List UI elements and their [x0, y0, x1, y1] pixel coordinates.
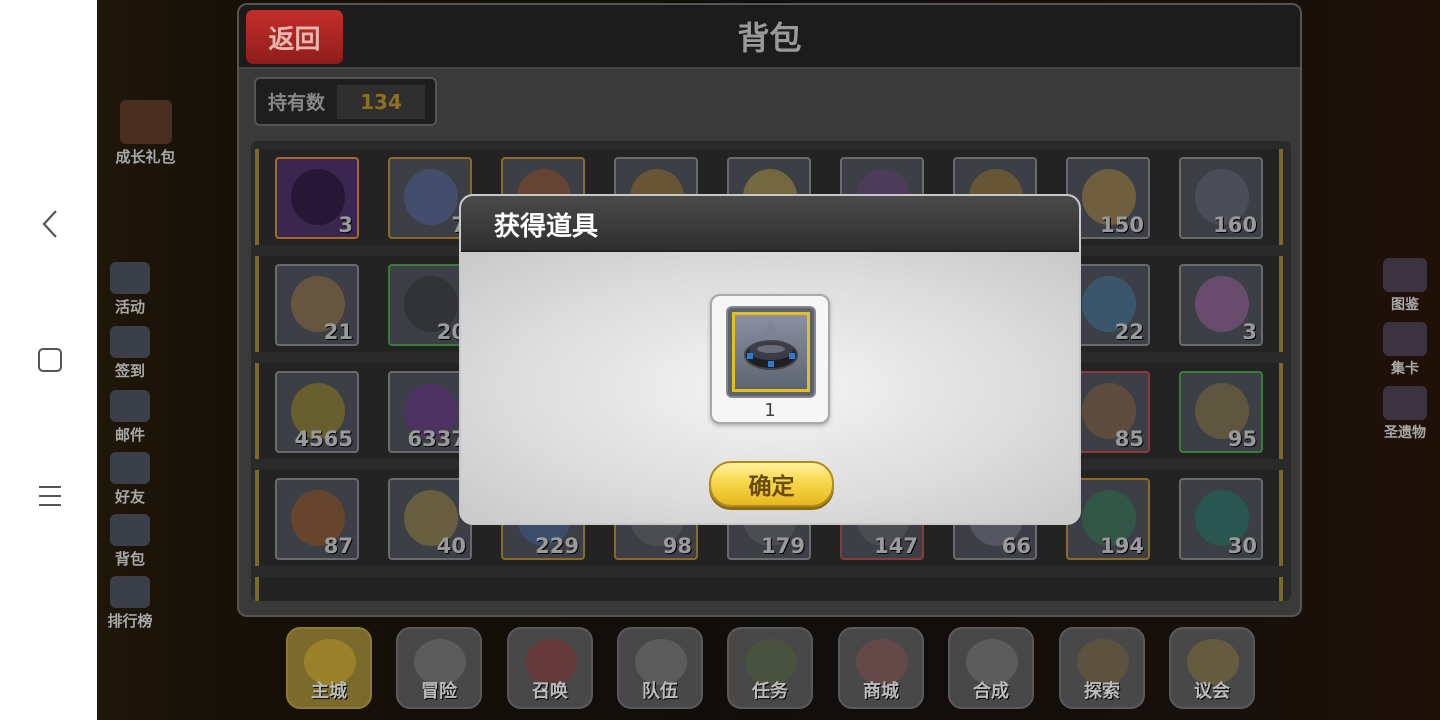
menu-card-collect-label: 集卡 — [1391, 361, 1419, 377]
menu-card-collect[interactable]: 集卡 — [1370, 322, 1440, 378]
tab-label: 队伍 — [642, 681, 678, 702]
tab-shop[interactable]: 商城 — [838, 627, 924, 709]
dialog-title: 获得道具 — [494, 212, 599, 242]
back-nav-button[interactable] — [28, 202, 72, 246]
reward-item-frame — [726, 306, 816, 398]
item-count: 95 — [1227, 427, 1257, 451]
game-screen: 成长礼包 活动 签到 邮件 好友 背包 排行榜 图鉴 集卡 圣遗物 返回 背包 … — [0, 0, 1440, 720]
home-nav-button[interactable] — [28, 338, 72, 382]
reward-item-slot — [732, 312, 810, 392]
menu-leaderboard-label: 排行榜 — [107, 612, 153, 630]
card-collect-icon — [1383, 322, 1427, 356]
menu-friends-label: 好友 — [114, 488, 145, 506]
item-slot[interactable]: 160 — [1179, 157, 1263, 239]
item-slot[interactable]: 3 — [1179, 264, 1263, 346]
menu-relic[interactable]: 圣遗物 — [1370, 386, 1440, 442]
tab-summon[interactable]: 召唤 — [507, 627, 593, 709]
item-count-label: 持有数 — [268, 92, 326, 114]
growth-pack-button[interactable]: 成长礼包 — [108, 100, 183, 167]
relic-icon — [1383, 386, 1427, 420]
leaderboard-icon — [110, 576, 150, 608]
item-count: 150 — [1100, 213, 1144, 237]
confirm-button[interactable]: 确定 — [709, 461, 834, 507]
menu-backpack-label: 背包 — [114, 550, 145, 568]
item-count: 21 — [323, 320, 353, 344]
item-count-value: 134 — [337, 84, 426, 119]
square-icon — [38, 348, 62, 372]
item-slot[interactable]: 87 — [275, 478, 359, 560]
menu-friends[interactable]: 好友 — [103, 452, 157, 507]
tab-label: 探索 — [1084, 681, 1120, 702]
menu-activity-label: 活动 — [114, 298, 145, 316]
menu-backpack[interactable]: 背包 — [103, 514, 157, 569]
item-count: 6337 — [407, 427, 466, 451]
menu-relic-label: 圣遗物 — [1384, 425, 1426, 441]
item-slot[interactable]: 3 — [275, 157, 359, 239]
item-count: 147 — [874, 534, 918, 558]
dialog-header: 获得道具 — [461, 196, 1079, 252]
tab-label: 商城 — [863, 681, 899, 702]
tab-team[interactable]: 队伍 — [617, 627, 703, 709]
item-count: 194 — [1100, 534, 1144, 558]
backpack-icon — [110, 514, 150, 546]
growth-pack-icon — [119, 100, 172, 144]
item-count: 30 — [1227, 534, 1257, 558]
tab-council[interactable]: 议会 — [1169, 627, 1255, 709]
page-title: 背包 — [737, 19, 802, 57]
menu-mail-label: 邮件 — [114, 426, 145, 444]
item-count-box: 持有数 134 — [254, 77, 437, 126]
item-count: 3 — [1242, 320, 1257, 344]
bracelet-icon — [744, 321, 798, 370]
menu-checkin[interactable]: 签到 — [103, 326, 157, 381]
tab-label: 冒险 — [421, 681, 457, 702]
tab-label: 合成 — [973, 681, 1009, 702]
item-count: 4565 — [294, 427, 353, 451]
tab-craft[interactable]: 合成 — [948, 627, 1034, 709]
mail-icon — [110, 390, 150, 422]
recents-nav-button[interactable] — [28, 474, 72, 518]
menu-checkin-label: 签到 — [114, 362, 145, 380]
menu-mail[interactable]: 邮件 — [103, 390, 157, 445]
friends-icon — [110, 452, 150, 484]
item-slot[interactable]: 95 — [1179, 371, 1263, 453]
item-count: 229 — [535, 534, 579, 558]
tab-label: 任务 — [752, 681, 788, 702]
growth-pack-label: 成长礼包 — [115, 148, 176, 166]
item-slot[interactable]: 4565 — [275, 371, 359, 453]
activity-icon — [110, 262, 150, 294]
tab-label: 主城 — [311, 681, 347, 702]
item-count: 98 — [662, 534, 692, 558]
bag-header: 返回 背包 — [239, 5, 1300, 69]
menu-encyclopedia[interactable]: 图鉴 — [1370, 258, 1440, 314]
item-count: 66 — [1001, 534, 1031, 558]
item-count: 3 — [338, 213, 353, 237]
item-row — [255, 577, 1283, 601]
checkin-icon — [110, 326, 150, 358]
item-count: 179 — [761, 534, 805, 558]
tab-adventure[interactable]: 冒险 — [396, 627, 482, 709]
tab-label: 召唤 — [532, 681, 568, 702]
item-count: 40 — [436, 534, 466, 558]
tab-label: 议会 — [1194, 681, 1230, 702]
hamburger-icon — [39, 486, 61, 506]
item-count: 85 — [1114, 427, 1144, 451]
tab-quest[interactable]: 任务 — [727, 627, 813, 709]
item-slot[interactable]: 30 — [1179, 478, 1263, 560]
tab-main-city[interactable]: 主城 — [286, 627, 372, 709]
item-count: 22 — [1114, 320, 1144, 344]
item-slot[interactable]: 21 — [275, 264, 359, 346]
android-nav-bar — [0, 0, 97, 720]
reward-item-card[interactable]: 1 — [710, 294, 830, 424]
reward-item-quantity: 1 — [764, 400, 776, 421]
item-count: 87 — [323, 534, 353, 558]
reward-dialog: 获得道具 1 确定 — [459, 194, 1081, 525]
menu-leaderboard[interactable]: 排行榜 — [103, 576, 157, 631]
chevron-left-icon — [42, 210, 57, 238]
tab-explore[interactable]: 探索 — [1059, 627, 1145, 709]
menu-activity[interactable]: 活动 — [103, 262, 157, 317]
item-count: 160 — [1213, 213, 1257, 237]
menu-encyclopedia-label: 图鉴 — [1391, 297, 1419, 313]
book-icon — [1383, 258, 1427, 292]
